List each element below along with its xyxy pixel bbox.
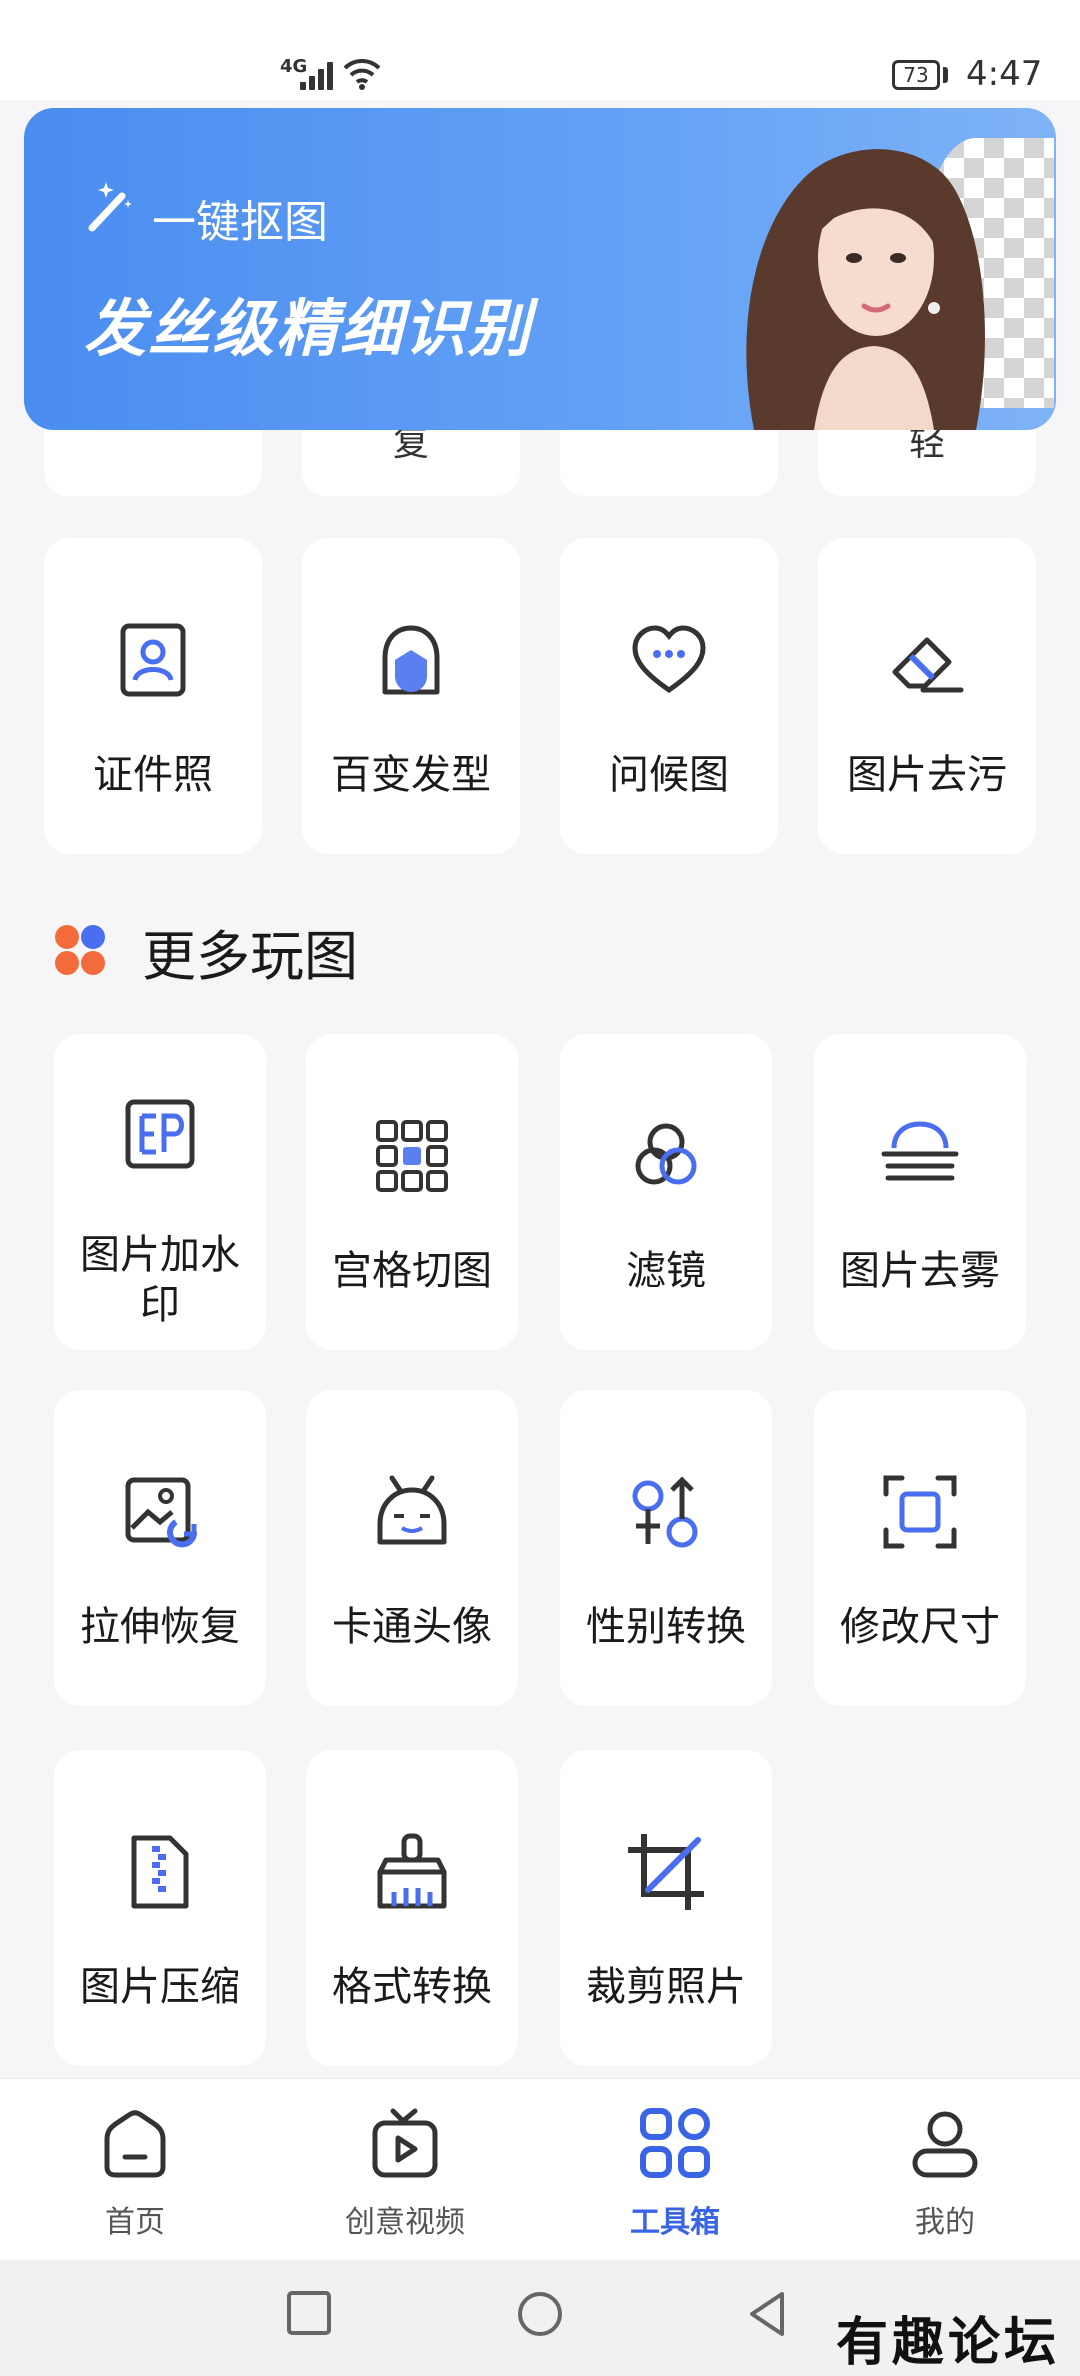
tool-label: 滤镜: [626, 1248, 706, 1294]
tool-label: 图片压缩: [80, 1964, 240, 2010]
tool-label: 宫格切图: [332, 1248, 492, 1294]
recent-apps-icon[interactable]: [286, 2290, 332, 2336]
nav-creative-video[interactable]: 创意视频: [270, 2079, 540, 2261]
tool-label: 拉伸恢复: [80, 1604, 240, 1650]
gender-swap-icon: [632, 1476, 698, 1548]
clock: 4:47: [966, 54, 1043, 94]
watermark-icon: [125, 1099, 195, 1169]
tool-label: 图片加水印: [80, 1232, 240, 1328]
grid-cut-icon: [376, 1120, 448, 1192]
wifi-icon: [343, 58, 381, 90]
nav-label: 创意视频: [345, 2205, 465, 2240]
banner-kicker: 一键抠图: [152, 197, 328, 248]
home-button-icon[interactable]: [516, 2290, 564, 2338]
partial-tile-3[interactable]: [560, 430, 778, 496]
tool-greeting[interactable]: 问候图: [560, 538, 778, 854]
tool-label: 修改尺寸: [840, 1604, 1000, 1650]
nav-label: 我的: [915, 2205, 975, 2240]
partial-tile-label: 复: [392, 430, 429, 464]
partial-tile-2[interactable]: 复: [302, 430, 520, 496]
magic-wand-icon: [88, 182, 132, 232]
nav-label: 首页: [105, 2205, 165, 2240]
tool-grid-cut[interactable]: 宫格切图: [306, 1034, 518, 1350]
partial-tile-4[interactable]: 轻: [818, 430, 1036, 496]
back-icon[interactable]: [746, 2290, 788, 2338]
status-bar: 4G 73 4:47: [0, 0, 1080, 100]
tool-resize[interactable]: 修改尺寸: [814, 1390, 1026, 1706]
tool-label: 图片去雾: [840, 1248, 1000, 1294]
tool-filter[interactable]: 滤镜: [560, 1034, 772, 1350]
nav-label: 工具箱: [630, 2205, 720, 2240]
tool-cartoon-avatar[interactable]: 卡通头像: [306, 1390, 518, 1706]
cutout-banner[interactable]: 一键抠图 发丝级精细识别: [24, 108, 1056, 430]
video-icon: [372, 2108, 438, 2178]
banner-headline: 发丝级精细识别: [84, 292, 533, 365]
stretch-restore-icon: [125, 1477, 198, 1548]
greeting-heart-icon: [632, 625, 706, 694]
partial-tile-label: 轻: [908, 430, 945, 464]
section-title: 更多玩图: [142, 925, 358, 988]
tool-label: 证件照: [93, 752, 213, 798]
toolbox-icon: [640, 2108, 710, 2178]
tool-crop[interactable]: 裁剪照片: [560, 1750, 772, 2066]
tool-dehaze[interactable]: 图片去雾: [814, 1034, 1026, 1350]
compress-icon: [131, 1835, 189, 1909]
bottom-nav: 首页 创意视频 工具箱 我的: [0, 2078, 1080, 2261]
dehaze-icon: [881, 1121, 959, 1181]
tool-hairstyle[interactable]: 百变发型: [302, 538, 520, 854]
battery-icon: 73: [892, 60, 940, 90]
battery-cap: [943, 67, 948, 83]
battery-level: 73: [903, 63, 929, 87]
tool-label: 卡通头像: [332, 1604, 492, 1650]
nav-profile[interactable]: 我的: [810, 2079, 1080, 2261]
tool-label: 裁剪照片: [586, 1964, 746, 2010]
nav-toolbox[interactable]: 工具箱: [540, 2079, 810, 2261]
eraser-icon: [892, 637, 964, 693]
tool-label: 图片去污: [847, 752, 1007, 798]
profile-icon: [912, 2111, 978, 2178]
hairstyle-icon: [382, 625, 440, 695]
crop-icon: [628, 1834, 704, 1910]
portrait-image: [746, 149, 985, 430]
tool-format-convert[interactable]: 格式转换: [306, 1750, 518, 2066]
resize-icon: [883, 1475, 957, 1549]
filter-icon: [635, 1123, 697, 1185]
tool-label: 问候图: [609, 752, 729, 798]
nav-home[interactable]: 首页: [0, 2079, 270, 2261]
partial-tile-1[interactable]: [44, 430, 262, 496]
forum-watermark: 有趣论坛: [836, 2312, 1061, 2373]
tool-label: 百变发型: [331, 752, 491, 798]
tool-eraser[interactable]: 图片去污: [818, 538, 1036, 854]
tool-watermark[interactable]: 图片加水印: [54, 1034, 266, 1350]
signal-icon: [300, 58, 336, 90]
tool-stretch-restore[interactable]: 拉伸恢复: [54, 1390, 266, 1706]
section-petals-icon: [55, 925, 105, 975]
tool-label: 性别转换: [586, 1604, 746, 1650]
tool-label: 格式转换: [332, 1964, 492, 2010]
tool-compress[interactable]: 图片压缩: [54, 1750, 266, 2066]
home-icon: [104, 2110, 166, 2178]
id-photo-icon: [120, 623, 186, 697]
format-convert-icon: [377, 1833, 447, 1909]
tool-gender-swap[interactable]: 性别转换: [560, 1390, 772, 1706]
cartoon-avatar-icon: [377, 1475, 447, 1545]
tool-id-photo[interactable]: 证件照: [44, 538, 262, 854]
